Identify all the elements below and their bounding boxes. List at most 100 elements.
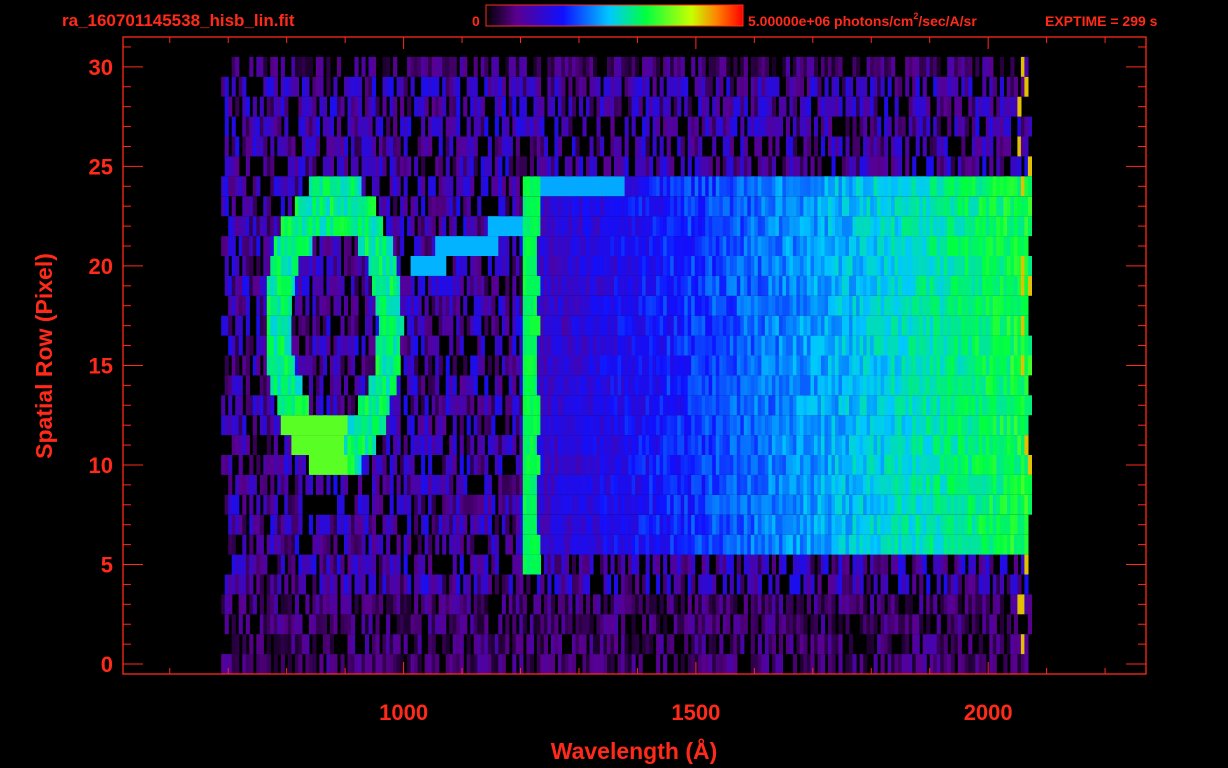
- spectrum-pixel: [512, 236, 517, 256]
- spectrum-pixel: [614, 514, 619, 535]
- spectrum-pixel: [361, 236, 366, 256]
- spectrum-pixel: [656, 514, 661, 535]
- spectrum-pixel: [1003, 494, 1008, 515]
- spectrum-pixel: [491, 315, 496, 336]
- spectrum-pixel: [610, 335, 615, 356]
- spectrum-pixel: [624, 494, 629, 515]
- spectrum-pixel: [498, 335, 503, 356]
- spectrum-pixel: [803, 275, 808, 296]
- spectrum-pixel: [845, 514, 850, 535]
- spectrum-pixel: [354, 315, 359, 336]
- spectrum-pixel: [284, 236, 289, 256]
- spectrum-pixel: [796, 256, 801, 276]
- spectrum-pixel: [642, 176, 647, 197]
- spectrum-pixel: [494, 654, 499, 674]
- spectrum-pixel: [512, 634, 517, 655]
- spectrum-pixel: [593, 594, 598, 615]
- spectrum-pixel: [747, 275, 752, 296]
- spectrum-pixel: [421, 236, 426, 256]
- spectrum-pixel: [880, 335, 885, 356]
- spectrum-pixel: [796, 494, 801, 515]
- spectrum-pixel: [989, 435, 994, 455]
- spectrum-pixel: [782, 474, 787, 495]
- spectrum-pixel: [771, 256, 776, 276]
- spectrum-pixel: [926, 375, 931, 396]
- spectrum-pixel: [936, 614, 941, 635]
- spectrum-pixel: [971, 574, 976, 595]
- spectrum-pixel: [1006, 415, 1011, 436]
- spectrum-pixel: [572, 395, 577, 416]
- spectrum-pixel: [866, 295, 871, 316]
- spectrum-pixel: [856, 256, 861, 276]
- spectrum-pixel: [347, 455, 352, 475]
- spectrum-pixel: [235, 156, 240, 177]
- spectrum-pixel: [393, 256, 398, 276]
- spectrum-pixel: [975, 474, 980, 495]
- spectrum-pixel: [975, 256, 980, 276]
- spectrum-pixel: [656, 375, 661, 396]
- spectrum-pixel: [617, 415, 622, 436]
- spectrum-pixel: [382, 514, 387, 535]
- spectrum-pixel: [961, 315, 966, 336]
- spectrum-pixel: [961, 196, 966, 217]
- spectrum-pixel: [849, 574, 854, 595]
- spectrum-pixel: [277, 415, 282, 436]
- spectrum-pixel: [1006, 574, 1011, 595]
- spectrum-pixel: [842, 275, 847, 296]
- spectrum-pixel: [768, 435, 773, 455]
- spectrum-pixel: [891, 554, 896, 575]
- spectrum-pixel: [635, 574, 640, 595]
- spectrum-pixel: [810, 375, 815, 396]
- spectrum-pixel: [484, 375, 489, 396]
- spectrum-pixel: [294, 275, 299, 296]
- spectrum-pixel: [484, 295, 489, 316]
- spectrum-pixel: [494, 355, 499, 376]
- spectrum-pixel: [971, 236, 976, 256]
- spectrum-pixel: [705, 295, 710, 316]
- spectrum-pixel: [785, 196, 790, 217]
- spectrum-pixel: [301, 275, 306, 296]
- spectrum-pixel: [877, 554, 882, 575]
- spectrum-pixel: [982, 216, 987, 237]
- spectrum-pixel: [635, 275, 640, 296]
- spectrum-pixel: [333, 355, 338, 376]
- spectrum-pixel: [547, 196, 552, 217]
- spectrum-pixel: [547, 654, 552, 674]
- spectrum-pixel: [715, 474, 720, 495]
- spectrum-pixel: [557, 335, 562, 356]
- spectrum-pixel: [1020, 315, 1025, 336]
- spectrum-pixel: [666, 474, 671, 495]
- spectrum-pixel: [1020, 395, 1025, 416]
- spectrum-pixel: [726, 335, 731, 356]
- spectrum-pixel: [687, 216, 692, 237]
- spectrum-pixel: [344, 256, 349, 276]
- spectrum-pixel: [445, 494, 450, 515]
- spectrum-pixel: [631, 435, 636, 455]
- spectrum-pixel: [880, 236, 885, 256]
- spectrum-pixel: [722, 534, 727, 555]
- spectrum-pixel: [512, 395, 517, 416]
- spectrum-pixel: [736, 534, 741, 555]
- spectrum-pixel: [635, 514, 640, 535]
- spectrum-pixel: [312, 594, 317, 615]
- spectrum-pixel: [884, 176, 889, 197]
- spectrum-pixel: [470, 455, 475, 475]
- spectrum-pixel: [845, 196, 850, 217]
- spectrum-pixel: [838, 236, 843, 256]
- spectrum-pixel: [361, 614, 366, 635]
- spectrum-pixel: [294, 614, 299, 635]
- spectrum-pixel: [280, 176, 285, 197]
- spectrum-pixel: [361, 256, 366, 276]
- spectrum-pixel: [715, 415, 720, 436]
- spectrum-pixel: [635, 216, 640, 237]
- spectrum-pixel: [792, 654, 797, 674]
- spectrum-pixel: [596, 455, 601, 475]
- spectrum-pixel: [501, 594, 506, 615]
- spectrum-pixel: [322, 335, 327, 356]
- spectrum-pixel: [273, 275, 278, 296]
- spectrum-pixel: [568, 514, 573, 535]
- spectrum-pixel: [564, 375, 569, 396]
- spectrum-pixel: [1020, 594, 1025, 615]
- spectrum-pixel: [235, 554, 240, 575]
- spectrum-pixel: [736, 494, 741, 515]
